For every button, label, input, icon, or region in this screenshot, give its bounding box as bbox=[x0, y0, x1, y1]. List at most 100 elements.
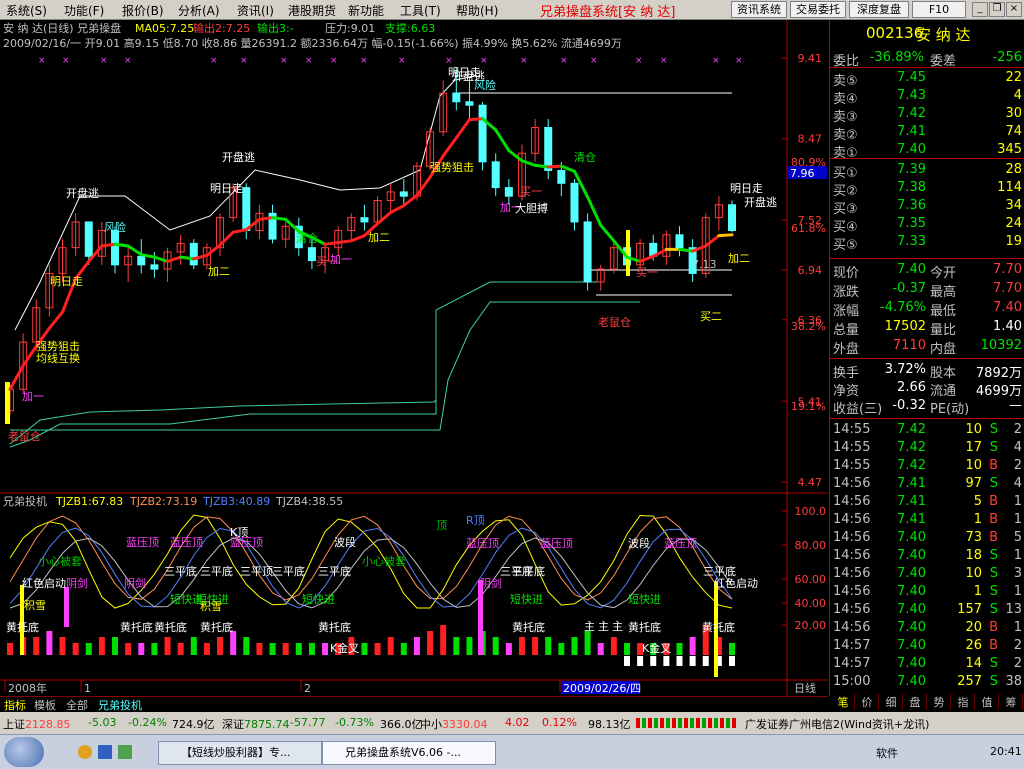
period-marker: × bbox=[305, 56, 313, 66]
tab-brother-spec[interactable]: 兄弟投机 bbox=[96, 697, 144, 713]
tick-price: 7.40 bbox=[897, 656, 926, 671]
indicator-signal-label: 黄托底 bbox=[120, 620, 153, 634]
signal-label: 风险 bbox=[104, 220, 126, 234]
indicator-white-bar bbox=[729, 656, 735, 666]
indicator-bar bbox=[282, 643, 289, 655]
buy-level-label: 买④ bbox=[833, 220, 858, 235]
price-axis-label: 6.94 bbox=[798, 264, 823, 277]
indicator-name: 兄弟投机 bbox=[3, 494, 47, 508]
quote-tab[interactable]: 笔 bbox=[832, 694, 855, 710]
stat-label-2: 量比 bbox=[930, 323, 957, 338]
kline-chart-svg[interactable]: × × × × × × × × × × × × × × × × × × × × 老鼠仓加一强势狙击均线互换明日走开盘逃… bbox=[0, 20, 828, 696]
period-marker: × bbox=[590, 56, 598, 66]
deep-review-button[interactable]: 深度复盘 bbox=[849, 1, 909, 18]
indicator-signal-label: 主 bbox=[612, 620, 623, 633]
indicator-signal-label: 黄托底 bbox=[702, 620, 735, 634]
tick-side: B bbox=[989, 512, 998, 527]
quote-tab[interactable]: 盘 bbox=[904, 694, 927, 710]
quote-tab[interactable]: 筹 bbox=[1000, 694, 1023, 710]
fund-value: -0.32 bbox=[892, 398, 926, 413]
quote-tab[interactable]: 价 bbox=[856, 694, 879, 710]
stat-value-2: 7.40 bbox=[993, 300, 1022, 315]
start-icon[interactable] bbox=[4, 737, 44, 767]
menu-hk-futures[interactable]: 港股期货 bbox=[288, 2, 336, 19]
restore-icon[interactable]: ❐ bbox=[989, 2, 1005, 17]
indicator-bar bbox=[413, 637, 420, 655]
ind-yellow-signal bbox=[20, 585, 24, 655]
tick-side: S bbox=[989, 440, 998, 455]
period-marker: × bbox=[124, 56, 132, 66]
menu-function[interactable]: 功能(F) bbox=[64, 2, 104, 19]
quote-tab[interactable]: 势 bbox=[928, 694, 951, 710]
indicator-bar bbox=[374, 643, 381, 655]
stat-row: 涨幅 -4.76% 最低 7.40 bbox=[830, 300, 1024, 319]
menu-bar: 系统(S) 功能(F) 报价(B) 分析(A) 资讯(I) 港股期货 新功能 工… bbox=[0, 0, 1024, 20]
tray-software[interactable]: 软件 bbox=[876, 745, 898, 761]
header-pressure: 压力:9.01 bbox=[325, 22, 375, 35]
period-marker: × bbox=[712, 56, 720, 66]
signal-label: 明日走 bbox=[730, 182, 763, 195]
indicator-bar bbox=[689, 637, 696, 655]
tick-count: 1 bbox=[1013, 620, 1022, 635]
close-icon[interactable]: × bbox=[1006, 2, 1022, 17]
kline-chart-area[interactable]: × × × × × × × × × × × × × × × × × × × × 老鼠仓 加一 强势狙击 均线互换 明日走 开盘逃… bbox=[0, 20, 828, 696]
tick-row: 14:56 7.40 73 B 5 bbox=[830, 530, 1024, 548]
ma5-segment bbox=[546, 164, 563, 169]
tab-indicator[interactable]: 指标 bbox=[2, 697, 28, 713]
menu-analysis[interactable]: 分析(A) bbox=[178, 2, 220, 19]
indicator-signal-label: 短快进 bbox=[628, 592, 661, 606]
indicator-bar bbox=[125, 643, 132, 655]
tick-price: 7.40 bbox=[897, 674, 926, 689]
menu-help[interactable]: 帮助(H) bbox=[456, 2, 498, 19]
zx-amount: 98.13亿 bbox=[588, 718, 631, 731]
period-marker: × bbox=[520, 56, 528, 66]
tick-side: S bbox=[989, 548, 998, 563]
quote-tab[interactable]: 指 bbox=[952, 694, 975, 710]
tick-volume: 10 bbox=[965, 458, 982, 473]
period-marker: × bbox=[735, 56, 743, 66]
task-short-line-tool[interactable]: 【短线炒股利器】专... bbox=[158, 741, 322, 765]
indicator-signal-label: 主 bbox=[598, 620, 609, 633]
header-out2: 输出2:7.25 bbox=[193, 21, 250, 35]
windows-taskbar: 【短线炒股利器】专... 兄弟操盘系统V6.06 -... 软件 20:41 bbox=[0, 734, 1024, 769]
tick-count: 5 bbox=[1013, 530, 1022, 545]
desktop-icon[interactable] bbox=[118, 745, 132, 759]
menu-info[interactable]: 资讯(I) bbox=[237, 2, 274, 19]
menu-quote[interactable]: 报价(B) bbox=[122, 2, 164, 19]
browser-icon[interactable] bbox=[78, 745, 92, 759]
tick-side: S bbox=[989, 422, 998, 437]
tick-side: S bbox=[989, 674, 998, 689]
menu-tools[interactable]: 工具(T) bbox=[400, 2, 441, 19]
info-system-button[interactable]: 资讯系统 bbox=[731, 1, 787, 18]
candle-body bbox=[504, 187, 513, 197]
task-brother-system[interactable]: 兄弟操盘系统V6.06 -... bbox=[322, 741, 496, 765]
period-marker: × bbox=[480, 56, 488, 66]
indicator-bar bbox=[676, 643, 683, 655]
price-axis-label: 9.41 bbox=[798, 52, 823, 65]
stat-row: 外盘 7110 内盘 10392 bbox=[830, 338, 1024, 357]
indicator-bar bbox=[610, 637, 617, 655]
menu-new-function[interactable]: 新功能 bbox=[348, 2, 384, 19]
sz-index: 深证7875.74 bbox=[222, 718, 290, 731]
ma5-segment bbox=[100, 242, 117, 248]
tick-volume: 26 bbox=[965, 638, 982, 653]
period-marker: × bbox=[100, 56, 108, 66]
tick-price: 7.42 bbox=[897, 440, 926, 455]
candle-body bbox=[399, 191, 408, 197]
ie-icon[interactable] bbox=[98, 745, 112, 759]
f10-button[interactable]: F10 bbox=[912, 1, 966, 18]
tick-count: 1 bbox=[1013, 584, 1022, 599]
tick-price: 7.40 bbox=[897, 638, 926, 653]
tab-template[interactable]: 模板 bbox=[32, 697, 58, 713]
reversal-signal-bar bbox=[626, 230, 630, 276]
indicator-bar bbox=[440, 625, 447, 655]
quote-tab[interactable]: 细 bbox=[880, 694, 903, 710]
trade-order-button[interactable]: 交易委托 bbox=[790, 1, 846, 18]
tab-all[interactable]: 全部 bbox=[64, 697, 90, 713]
menu-system[interactable]: 系统(S) bbox=[6, 2, 47, 19]
stat-value-2: 1.40 bbox=[993, 319, 1022, 334]
tick-side: B bbox=[989, 620, 998, 635]
quote-panel: 002136 安 纳 达 委比 -36.89% 委差 -256 卖⑤ 7.45 22… bbox=[829, 20, 1024, 710]
quote-tab[interactable]: 值 bbox=[976, 694, 999, 710]
minimize-icon[interactable]: _ bbox=[972, 2, 988, 17]
